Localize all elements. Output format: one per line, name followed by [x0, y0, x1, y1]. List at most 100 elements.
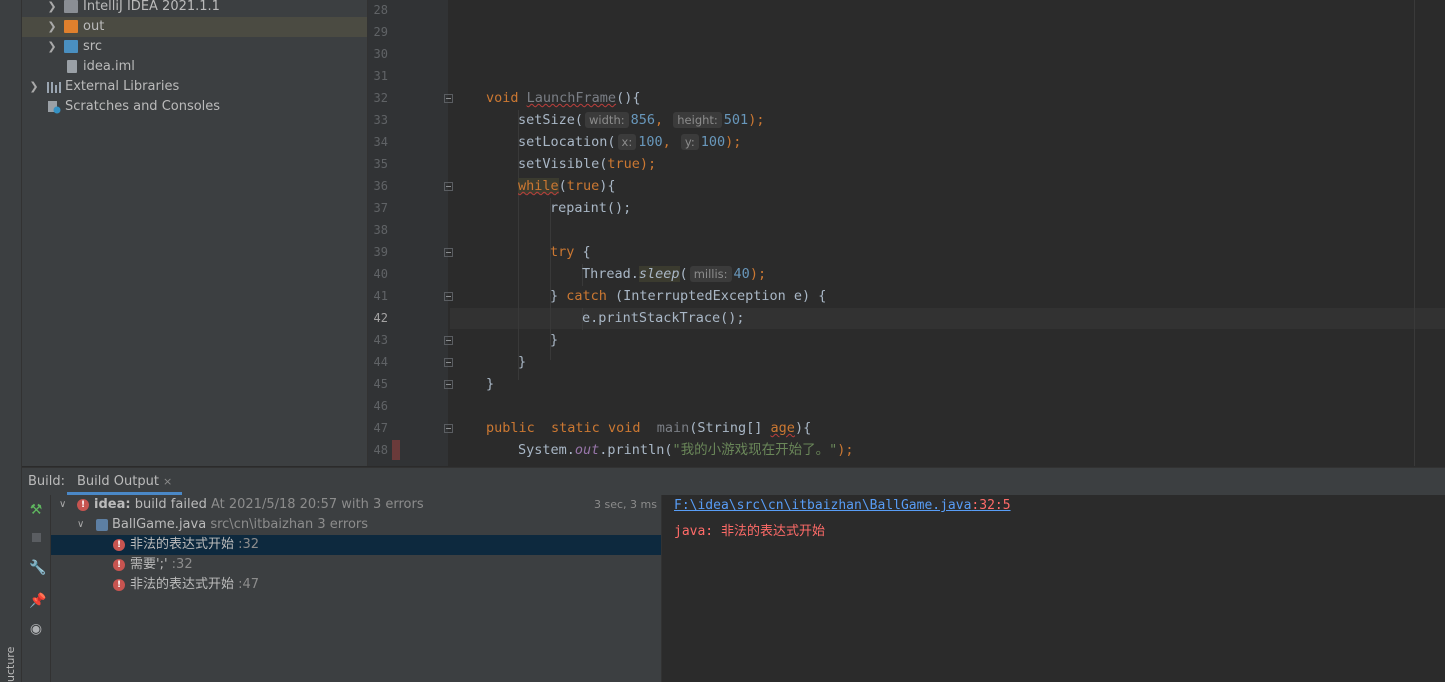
tree-item-label: Scratches and Consoles	[65, 99, 221, 114]
build-error-item[interactable]: ! 需要';' :32	[51, 555, 661, 575]
eye-icon[interactable]: ◉	[29, 622, 43, 636]
code-token: setVisible(	[518, 156, 608, 172]
tree-item-label: src	[83, 39, 102, 54]
fold-marker-icon[interactable]	[444, 358, 453, 367]
chevron-down-icon[interactable]: ∨	[77, 515, 84, 535]
code-line-42[interactable]: e.printStackTrace();	[582, 308, 745, 328]
error-message: 非法的表达式开始	[130, 537, 235, 552]
code-line-48[interactable]: System.out.println("我的小游戏现在开始了。");	[518, 440, 853, 460]
fold-marker-icon[interactable]	[444, 182, 453, 191]
build-console-output[interactable]: F:\idea\src\cn\itbaizhan\BallGame.java:3…	[662, 495, 1445, 682]
build-toolbar: ⚒ 🔧 📌 ◉	[22, 495, 51, 682]
parameter-hint: x:	[617, 134, 637, 150]
close-icon[interactable]: ×	[163, 475, 172, 488]
build-root-node[interactable]: ∨ ! idea: build failed At 2021/5/18 20:5…	[51, 495, 661, 515]
tree-item-out-folder[interactable]: ❯ out	[22, 17, 367, 37]
code-editor[interactable]: 28 29 30 31 32 33 34 35 36 37 38 39 40 4…	[368, 0, 1445, 466]
code-line-33[interactable]: setSize(width: 856, height: 501);	[518, 110, 764, 130]
tab-build-output[interactable]: Build Output ×	[67, 468, 183, 495]
build-status: build failed	[134, 497, 207, 512]
code-line-34[interactable]: setLocation(x: 100, y: 100);	[518, 132, 741, 152]
fold-marker-icon[interactable]	[444, 336, 453, 345]
fold-marker-icon[interactable]	[444, 94, 453, 103]
line-number: 31	[373, 69, 388, 83]
error-file-link[interactable]: F:\idea\src\cn\itbaizhan\BallGame.java:3…	[674, 498, 1011, 513]
line-number: 47	[373, 421, 388, 435]
code-token: Thread.	[582, 266, 639, 282]
code-keyword: true	[566, 178, 600, 194]
code-line-32[interactable]: void LaunchFrame(){	[486, 88, 640, 108]
code-number: 501	[723, 112, 749, 128]
build-label: Build:	[28, 474, 66, 489]
build-results-tree[interactable]: ∨ ! idea: build failed At 2021/5/18 20:5…	[51, 495, 662, 682]
code-line-40[interactable]: Thread.sleep(millis: 40);	[582, 264, 766, 284]
code-line-37[interactable]: repaint();	[550, 198, 631, 218]
code-line-47[interactable]: public static void main(String[] age){	[486, 418, 811, 438]
code-token: ){	[794, 420, 812, 436]
structure-tool-tab[interactable]: ucture	[2, 640, 20, 682]
build-file-node[interactable]: ∨ BallGame.java src\cn\itbaizhan 3 error…	[51, 515, 661, 535]
chevron-right-icon[interactable]: ❯	[46, 17, 58, 37]
code-token: ){	[599, 178, 616, 194]
code-token: );	[748, 112, 765, 128]
code-token: repaint();	[550, 200, 632, 216]
change-marker[interactable]	[392, 440, 400, 460]
folder-icon	[64, 0, 78, 13]
error-line: :32	[171, 557, 193, 572]
code-token: );	[837, 442, 854, 458]
pin-icon[interactable]: 📌	[29, 594, 46, 608]
build-file-name: BallGame.java	[112, 517, 207, 532]
line-number: 43	[373, 333, 388, 347]
scratches-icon	[47, 100, 61, 114]
module-file-icon	[67, 60, 77, 73]
code-line-43[interactable]: }	[550, 330, 558, 350]
chevron-down-icon[interactable]: ∨	[59, 495, 66, 515]
fold-marker-icon[interactable]	[444, 424, 453, 433]
error-message: 非法的表达式开始	[130, 577, 235, 592]
code-line-44[interactable]: }	[518, 352, 526, 372]
line-number: 28	[373, 3, 388, 17]
right-margin-guide	[1414, 0, 1415, 466]
build-hammer-icon[interactable]: ⚒	[29, 503, 43, 517]
java-file-icon	[96, 519, 108, 531]
chevron-right-icon[interactable]: ❯	[46, 0, 58, 17]
structure-tab-label: ucture	[4, 646, 17, 682]
wrench-icon[interactable]: 🔧	[29, 561, 46, 575]
tree-item-scratches[interactable]: Scratches and Consoles	[22, 97, 367, 117]
editor-gutter[interactable]: 28 29 30 31 32 33 34 35 36 37 38 39 40 4…	[368, 0, 453, 466]
error-icon: !	[77, 499, 89, 511]
folder-icon	[64, 20, 78, 33]
code-line-41[interactable]: } catch (InterruptedException e) {	[550, 286, 826, 306]
tree-item-intellij-folder[interactable]: ❯ IntelliJ IDEA 2021.1.1	[22, 0, 367, 17]
fold-marker-icon[interactable]	[444, 380, 453, 389]
code-line-35[interactable]: setVisible(true);	[518, 154, 656, 174]
fold-marker-icon[interactable]	[444, 292, 453, 301]
line-number: 39	[373, 245, 388, 259]
build-error-item[interactable]: ! 非法的表达式开始 :32	[51, 535, 661, 555]
line-number: 33	[373, 113, 388, 127]
code-param: age	[770, 420, 795, 436]
build-error-item[interactable]: ! 非法的表达式开始 :47	[51, 575, 661, 595]
chevron-right-icon[interactable]: ❯	[46, 37, 58, 57]
chevron-right-icon[interactable]: ❯	[28, 77, 40, 97]
parameter-hint: y:	[680, 134, 699, 150]
code-line-39[interactable]: try {	[550, 242, 591, 262]
code-token: }	[486, 376, 495, 392]
tree-item-external-libraries[interactable]: ❯ External Libraries	[22, 77, 367, 97]
tree-item-label: External Libraries	[65, 79, 180, 94]
code-number: 856	[630, 112, 655, 128]
code-keyword: true	[607, 156, 640, 172]
source-folder-icon	[64, 40, 78, 53]
code-token: (	[679, 266, 688, 282]
code-token: }	[550, 332, 559, 348]
code-token: );	[725, 134, 742, 150]
tree-item-src-folder[interactable]: ❯ src	[22, 37, 367, 57]
code-line-36[interactable]: while(true){	[518, 176, 616, 196]
error-icon: !	[113, 539, 125, 551]
code-line-45[interactable]: }	[486, 374, 494, 394]
stop-icon[interactable]	[29, 531, 43, 545]
tree-item-idea-iml[interactable]: idea.iml	[22, 57, 367, 77]
error-line: :47	[238, 577, 260, 592]
fold-marker-icon[interactable]	[444, 248, 453, 257]
error-file-path[interactable]: F:\idea\src\cn\itbaizhan\BallGame.java	[674, 498, 971, 513]
